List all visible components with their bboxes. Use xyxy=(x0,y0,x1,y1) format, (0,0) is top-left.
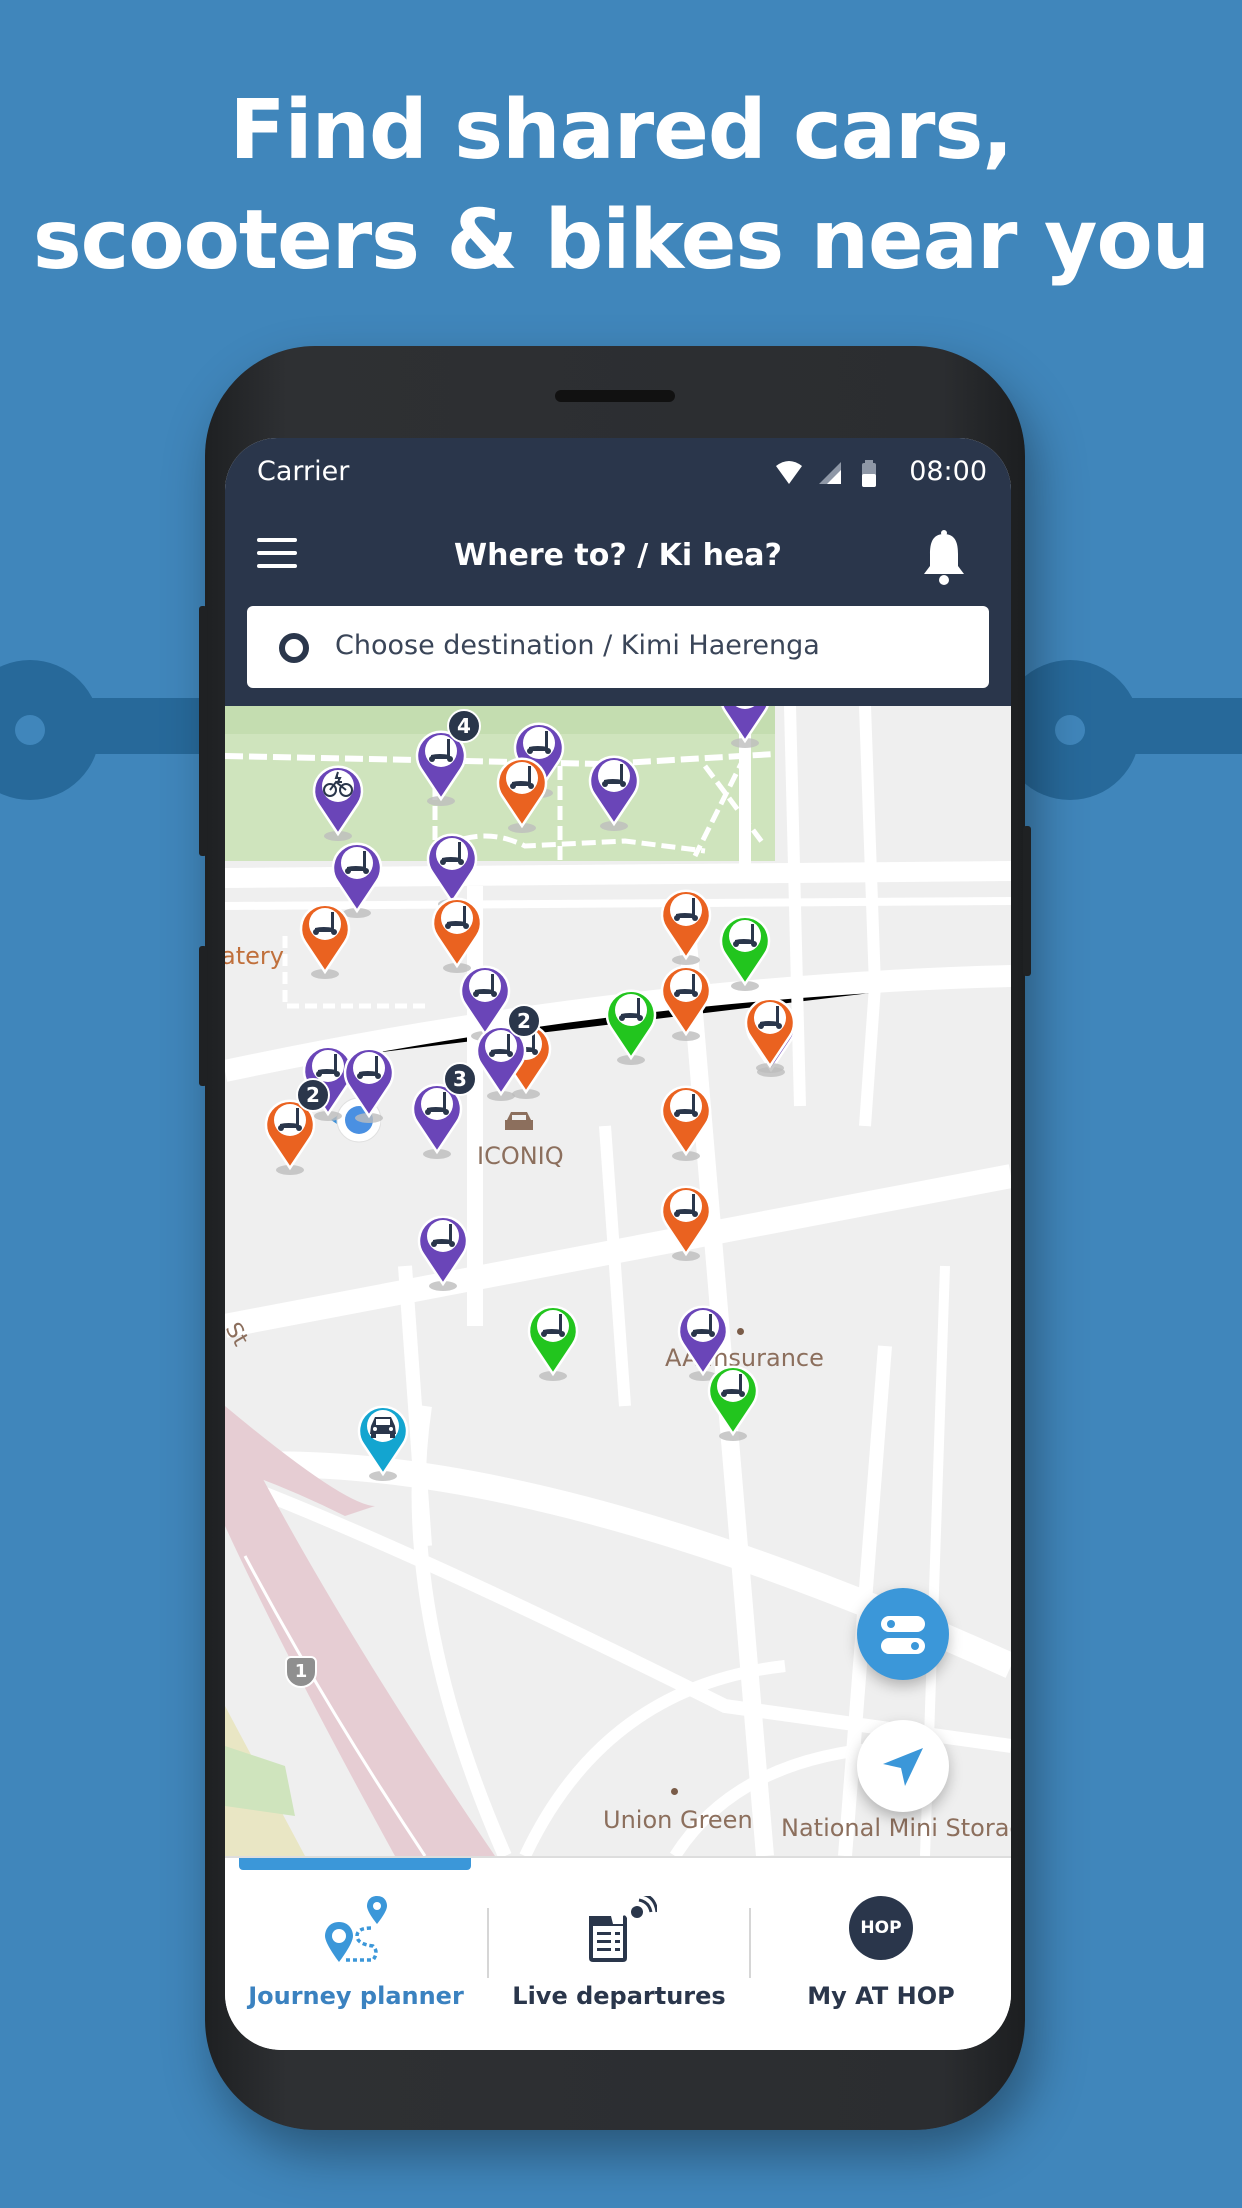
tab-live-departures[interactable]: Live departures xyxy=(489,1870,749,2040)
map-view[interactable]: atery ICONIQ AA Insurance Union Green Na… xyxy=(225,706,1011,1856)
filter-button[interactable] xyxy=(857,1588,949,1680)
decor-right-bar xyxy=(1100,698,1242,754)
map-marker-scooter[interactable] xyxy=(586,748,642,831)
map-marker-scooter[interactable] xyxy=(658,1178,714,1261)
bottom-tab-bar: Journey planner Live departures HOP My A… xyxy=(225,1856,1011,2050)
map-marker-scooter[interactable] xyxy=(658,882,714,965)
tab-journey-planner[interactable]: Journey planner xyxy=(225,1870,487,2040)
cluster-count-badge: 2 xyxy=(507,1004,541,1038)
tab-my-at-hop[interactable]: HOP My AT HOP xyxy=(751,1870,1011,2040)
headline-line-2: scooters & bikes near you xyxy=(32,193,1210,288)
cluster-count-badge: 4 xyxy=(447,709,481,743)
status-bar: Carrier 08:00 xyxy=(225,438,1011,508)
car-park-icon xyxy=(505,1112,533,1130)
cluster-count-badge: 3 xyxy=(443,1062,477,1096)
phone-side-button xyxy=(199,946,207,1086)
navigation-arrow-icon xyxy=(883,1748,923,1786)
app-screen: Carrier 08:00 Where to? / Ki hea? Choose… xyxy=(225,438,1011,2050)
destination-placeholder: Choose destination / Kimi Haerenga xyxy=(335,630,820,661)
map-marker-car[interactable] xyxy=(355,1398,411,1481)
origin-circle-icon xyxy=(279,633,309,663)
tab-label: Journey planner xyxy=(248,1982,464,2010)
map-marker-scooter[interactable]: 3 xyxy=(409,1062,477,1159)
map-marker-scooter[interactable]: 2 xyxy=(262,1078,330,1175)
locate-me-button[interactable] xyxy=(857,1720,949,1812)
phone-frame: Carrier 08:00 Where to? / Ki hea? Choose… xyxy=(199,346,1031,2130)
phone-side-button xyxy=(199,606,207,856)
map-marker-scooter[interactable] xyxy=(658,1078,714,1161)
map-marker-ebike[interactable] xyxy=(310,758,366,841)
active-tab-indicator xyxy=(239,1858,471,1870)
wifi-icon xyxy=(776,461,802,484)
map-marker-scooter[interactable] xyxy=(717,908,773,991)
map-label-union-green: Union Green xyxy=(603,1806,753,1834)
map-marker-scooter[interactable] xyxy=(341,1040,397,1123)
poi-dot xyxy=(671,1788,678,1795)
map-marker-scooter[interactable]: 2 xyxy=(473,1004,541,1101)
map-label-iconiq: ICONIQ xyxy=(477,1142,564,1170)
clock: 08:00 xyxy=(909,456,987,487)
map-marker-scooter[interactable] xyxy=(494,750,550,833)
phone-speaker xyxy=(555,390,675,402)
map-label-eatery: atery xyxy=(225,942,284,970)
page-title: Where to? / Ki hea? xyxy=(454,538,782,573)
map-marker-scooter[interactable] xyxy=(603,982,659,1065)
tab-label: Live departures xyxy=(512,1982,726,2010)
nav-bar: Where to? / Ki hea? xyxy=(225,508,1011,608)
destination-input[interactable]: Choose destination / Kimi Haerenga xyxy=(247,606,989,688)
map-marker-scooter[interactable] xyxy=(297,896,353,979)
map-marker-scooter[interactable] xyxy=(742,990,798,1073)
cellular-signal-icon xyxy=(819,462,841,484)
map-marker-scooter[interactable] xyxy=(705,1358,761,1441)
hop-icon-text: HOP xyxy=(860,1918,902,1938)
map-marker-scooter[interactable] xyxy=(429,890,485,973)
poi-dot xyxy=(737,1328,744,1335)
map-marker-scooter[interactable] xyxy=(658,958,714,1041)
tab-label: My AT HOP xyxy=(807,1982,955,2010)
map-marker-scooter[interactable] xyxy=(525,1298,581,1381)
live-departures-icon xyxy=(589,1896,657,1962)
top-bar: Carrier 08:00 Where to? / Ki hea? Choose… xyxy=(225,438,1011,706)
map-marker-scooter[interactable] xyxy=(717,706,773,748)
map-marker-scooter[interactable] xyxy=(415,1208,471,1291)
promo-headline: Find shared cars, scooters & bikes near … xyxy=(0,76,1242,296)
map-marker-scooter[interactable]: 4 xyxy=(413,709,481,806)
notifications-button[interactable] xyxy=(919,530,969,586)
bell-icon xyxy=(924,530,964,585)
cluster-count-badge: 2 xyxy=(296,1078,330,1112)
highway-shield: 1 xyxy=(285,1656,317,1688)
carrier-name: Carrier xyxy=(257,456,350,487)
toggle-filter-icon xyxy=(881,1616,925,1654)
highway-shield-number: 1 xyxy=(294,1661,308,1682)
journey-planner-icon xyxy=(325,1896,387,1962)
map-label-national-mini-storage: National Mini Storage xyxy=(781,1814,1011,1842)
battery-icon xyxy=(862,460,876,487)
headline-line-1: Find shared cars, xyxy=(229,83,1014,178)
hop-card-icon: HOP xyxy=(849,1896,913,1960)
phone-side-button xyxy=(1023,826,1031,976)
